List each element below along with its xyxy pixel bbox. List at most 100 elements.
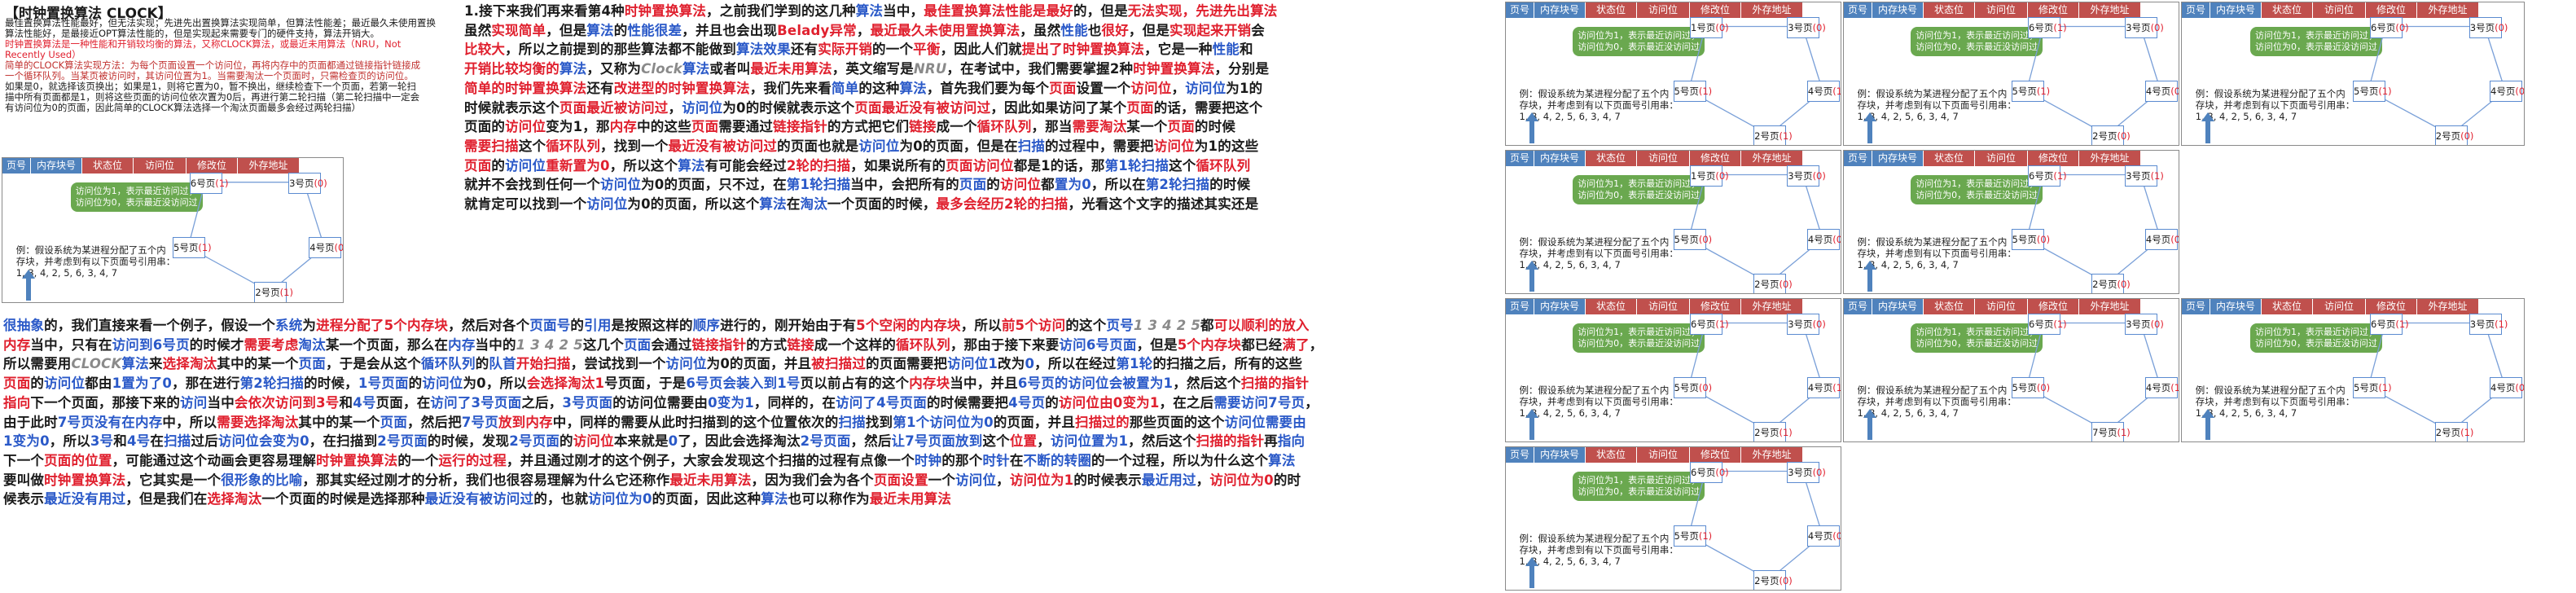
page-node: 4号页(0) xyxy=(309,237,343,259)
access-bit: (0) xyxy=(2515,86,2525,98)
text-run: ， xyxy=(1309,336,1323,353)
text-run: 的一个 xyxy=(872,42,914,58)
left-notes: 最佳置换算法性能最好，但无法实现；先进先出置换算法实现简单，但算法性能差；最近最… xyxy=(5,18,461,113)
text-run: ，但是 xyxy=(1136,336,1178,353)
page-number: 2号页 xyxy=(1754,278,1780,290)
page-node: 5号页(1) xyxy=(2353,81,2392,103)
text-run: 设置一个 xyxy=(1076,80,1131,96)
text-run: 访问到6号页 xyxy=(112,336,190,353)
text-run: 淘汰 xyxy=(800,196,827,213)
text-run: 时候就表示这个 xyxy=(464,99,560,116)
text-run: ，分别是 xyxy=(1214,61,1270,77)
text-run: 会依次访问到3号 xyxy=(234,394,340,411)
text-run: 的这种 xyxy=(858,80,900,96)
text-run: 时钟置换算法 xyxy=(316,452,398,468)
access-bit: (1) xyxy=(2378,382,2392,394)
text-run: ，然后把 xyxy=(407,414,462,430)
text-run: 页面的位置 xyxy=(44,452,112,468)
text-run: ，在之后 xyxy=(1159,394,1214,411)
page-node: 5号页(1) xyxy=(2011,81,2050,103)
text-run: 访问位为1 xyxy=(1009,472,1074,488)
text-run: ，然后对各个 xyxy=(448,318,530,333)
text-run: 需要通过 xyxy=(718,119,774,135)
text-run: 算法 xyxy=(586,22,614,38)
page-number: 2号页 xyxy=(255,287,280,299)
access-bit: (0) xyxy=(1832,234,1841,246)
access-bit: (1) xyxy=(1779,130,1793,142)
text-run: ，又称为 xyxy=(586,61,642,77)
text-run: ，所以这个 xyxy=(609,157,678,174)
text-run: 2号页面 xyxy=(509,433,560,450)
text-run: 页面的 xyxy=(464,119,506,135)
text-run: 最多会经历2轮的扫描 xyxy=(936,196,1069,213)
page-number: 3号页 xyxy=(1788,21,1813,33)
text-run: 为1的这些 xyxy=(1194,138,1259,154)
page-number: 3号页 xyxy=(2469,21,2495,33)
text-run: 算法效果 xyxy=(736,42,791,58)
text-run: 扫描 xyxy=(1017,138,1046,154)
page-number: 5号页 xyxy=(2012,382,2037,394)
text-run: 6号页会装入到1号 xyxy=(686,376,801,392)
text-run: 的页面，因此这种 xyxy=(652,491,761,507)
text-run: 的时候，发现 xyxy=(428,433,510,450)
paragraph-line: 就并不会找到任何一个访问位为0的页面，只不过，在第1轮扫描当中，会把所有的页面的… xyxy=(464,175,1503,195)
page-number: 4号页 xyxy=(2145,382,2171,394)
text-run: 号页面，于是 xyxy=(604,376,687,392)
text-run: 成一个这样的 xyxy=(814,336,896,353)
text-run: 时钟 xyxy=(914,452,942,468)
text-run: 1变为0 xyxy=(3,433,50,450)
page-number: 2号页 xyxy=(2435,130,2461,142)
text-run: 3号页面 xyxy=(562,394,613,411)
text-run: 是按照这样的 xyxy=(611,318,693,333)
text-run: 和 xyxy=(339,394,353,411)
text-run: 在 xyxy=(786,196,801,213)
paragraph-line: 页面的访问位变为1，那内存中的这些页面需要通过链接指针的方式把它们链接成一个循环… xyxy=(464,117,1503,137)
text-run: 会 xyxy=(1251,22,1265,38)
text-run: 会选择淘汰1 xyxy=(526,376,605,392)
text-run: 的时候 xyxy=(1194,119,1236,135)
text-run: 链接 xyxy=(909,119,937,135)
page-node: 3号页(0) xyxy=(2468,16,2508,38)
text-run: 变为1，那 xyxy=(546,119,610,135)
text-run: 当中， xyxy=(883,3,924,19)
page-node: 2号页(0) xyxy=(1753,273,1793,293)
access-bit: (1) xyxy=(215,177,229,189)
text-run: ，但是 xyxy=(546,22,587,38)
text-run: ， xyxy=(1037,433,1051,450)
text-run: 算法 xyxy=(121,356,149,372)
text-run: 要叫做 xyxy=(3,472,45,488)
text-run: 开始扫描 xyxy=(516,356,571,372)
text-run: 在 xyxy=(150,433,165,450)
access-bit: (1) xyxy=(1698,530,1713,542)
text-run: ，光看这个文字的描述其实还是 xyxy=(1068,196,1259,213)
text-run: 的话，需要把这个 xyxy=(1153,99,1263,116)
text-run: 扫描过的 xyxy=(1075,414,1130,430)
text-run: ，于是会从这个 xyxy=(326,356,421,372)
text-run: 或者叫 xyxy=(709,61,751,77)
text-run: 的页面也就是 xyxy=(777,138,859,154)
text-run: 引用 xyxy=(584,318,612,333)
page-number: 4号页 xyxy=(309,242,335,254)
page-number: 4号页 xyxy=(1807,530,1833,542)
text-run: 简单 xyxy=(831,80,859,96)
text-run: ，那其实经过刚才的分析，我们也很容易理解为什么它还称作 xyxy=(302,472,670,488)
text-run: 循环队列 xyxy=(1196,157,1251,174)
page-number: 6号页 xyxy=(190,177,216,189)
text-run: 和 xyxy=(113,433,127,450)
page-number: 6号页 xyxy=(1691,318,1716,330)
page-node: 6号页(0) xyxy=(1690,461,1729,483)
paragraph-line: 要叫做时钟置换算法，它其实是一个很形象的比喻，那其实经过刚才的分析，我们也很容易… xyxy=(3,471,1469,490)
paragraph-line: 简单的时钟置换算法还有改进型的时钟置换算法，我们先来看简单的这种算法，首先我们要… xyxy=(464,79,1503,99)
page-number: 4号页 xyxy=(2145,234,2171,246)
text-run: 的一个过程，所以为什么这个 xyxy=(1091,452,1269,468)
page-node: 4号页(1) xyxy=(2144,377,2179,399)
text-run: 过后 xyxy=(191,433,218,450)
clock-panel-6: 页号 内存块号 状态位 访问位 修改位 外存地址 访问位为1，表示最近访问过； 访问位为0，表… xyxy=(1843,298,2179,442)
page-number: 5号页 xyxy=(1674,382,1699,394)
scan-pointer-arrow-icon xyxy=(1525,557,1538,588)
clock-panel-9: 页号 内存块号 状态位 访问位 修改位 外存地址 访问位为1，表示最近访问过； 访问位为0，表… xyxy=(2181,298,2525,442)
text-run: 性能 xyxy=(1212,42,1240,58)
text-run: 候表示 xyxy=(3,491,45,507)
text-run: 也可以称作为 xyxy=(788,491,870,507)
access-bit: (1) xyxy=(2378,86,2392,98)
